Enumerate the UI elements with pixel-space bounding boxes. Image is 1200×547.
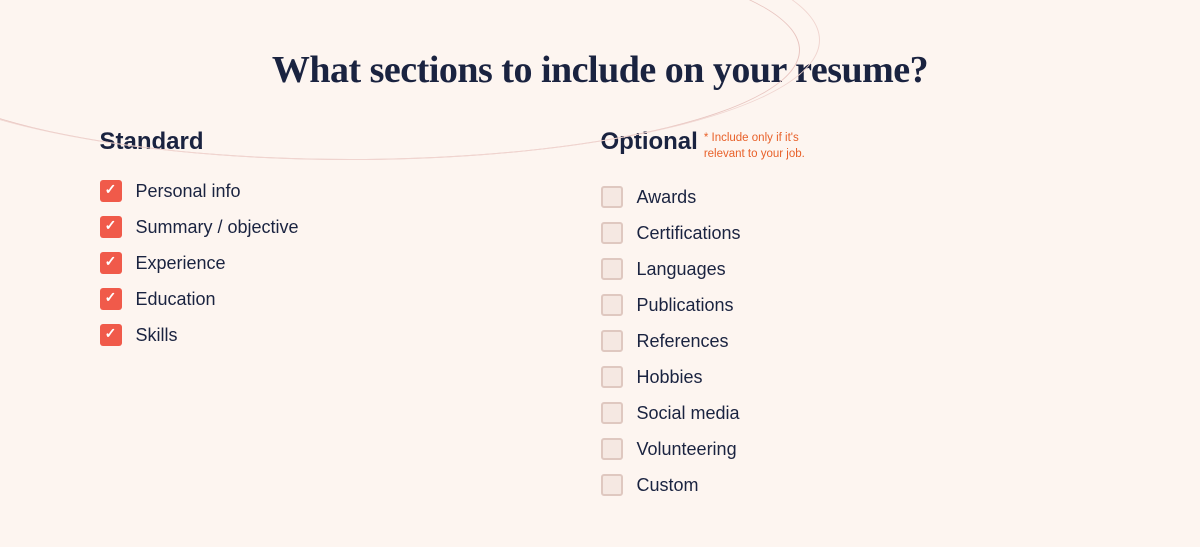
- list-item: References: [601, 330, 1101, 352]
- list-item: Summary / objective: [100, 216, 600, 238]
- optional-note: * Include only if it's relevant to your …: [704, 128, 805, 162]
- checked-checkbox-icon[interactable]: [100, 252, 122, 274]
- unchecked-checkbox-icon[interactable]: [601, 438, 623, 460]
- item-label: Languages: [637, 259, 726, 280]
- item-label: Volunteering: [637, 439, 737, 460]
- list-item: Volunteering: [601, 438, 1101, 460]
- item-label: Experience: [136, 253, 226, 274]
- item-label: Awards: [637, 187, 697, 208]
- list-item: Custom: [601, 474, 1101, 496]
- unchecked-checkbox-icon[interactable]: [601, 366, 623, 388]
- unchecked-checkbox-icon[interactable]: [601, 402, 623, 424]
- list-item: Education: [100, 288, 600, 310]
- columns-container: Standard Personal info Summary / objectiv…: [0, 128, 1200, 510]
- list-item: Hobbies: [601, 366, 1101, 388]
- item-label: References: [637, 331, 729, 352]
- item-label: Custom: [637, 475, 699, 496]
- list-item: Awards: [601, 186, 1101, 208]
- item-label: Education: [136, 289, 216, 310]
- unchecked-checkbox-icon[interactable]: [601, 294, 623, 316]
- checked-checkbox-icon[interactable]: [100, 324, 122, 346]
- optional-checklist: Awards Certifications Languages Publication…: [601, 186, 1101, 496]
- unchecked-checkbox-icon[interactable]: [601, 186, 623, 208]
- list-item: Social media: [601, 402, 1101, 424]
- checked-checkbox-icon[interactable]: [100, 288, 122, 310]
- item-label: Hobbies: [637, 367, 703, 388]
- page-title: What sections to include on your resume?: [0, 0, 1200, 128]
- item-label: Certifications: [637, 223, 741, 244]
- standard-heading: Standard: [100, 128, 600, 156]
- list-item: Skills: [100, 324, 600, 346]
- unchecked-checkbox-icon[interactable]: [601, 330, 623, 352]
- item-label: Publications: [637, 295, 734, 316]
- checked-checkbox-icon[interactable]: [100, 180, 122, 202]
- unchecked-checkbox-icon[interactable]: [601, 258, 623, 280]
- list-item: Publications: [601, 294, 1101, 316]
- optional-heading: Optional: [601, 128, 698, 156]
- list-item: Personal info: [100, 180, 600, 202]
- standard-checklist: Personal info Summary / objective Experien…: [100, 180, 600, 346]
- item-label: Skills: [136, 325, 178, 346]
- standard-column: Standard Personal info Summary / objectiv…: [100, 128, 600, 510]
- unchecked-checkbox-icon[interactable]: [601, 222, 623, 244]
- optional-column: Optional * Include only if it's relevant…: [601, 128, 1101, 510]
- item-label: Personal info: [136, 181, 241, 202]
- list-item: Languages: [601, 258, 1101, 280]
- unchecked-checkbox-icon[interactable]: [601, 474, 623, 496]
- list-item: Certifications: [601, 222, 1101, 244]
- checked-checkbox-icon[interactable]: [100, 216, 122, 238]
- item-label: Summary / objective: [136, 217, 299, 238]
- optional-header: Optional * Include only if it's relevant…: [601, 128, 1101, 162]
- list-item: Experience: [100, 252, 600, 274]
- item-label: Social media: [637, 403, 740, 424]
